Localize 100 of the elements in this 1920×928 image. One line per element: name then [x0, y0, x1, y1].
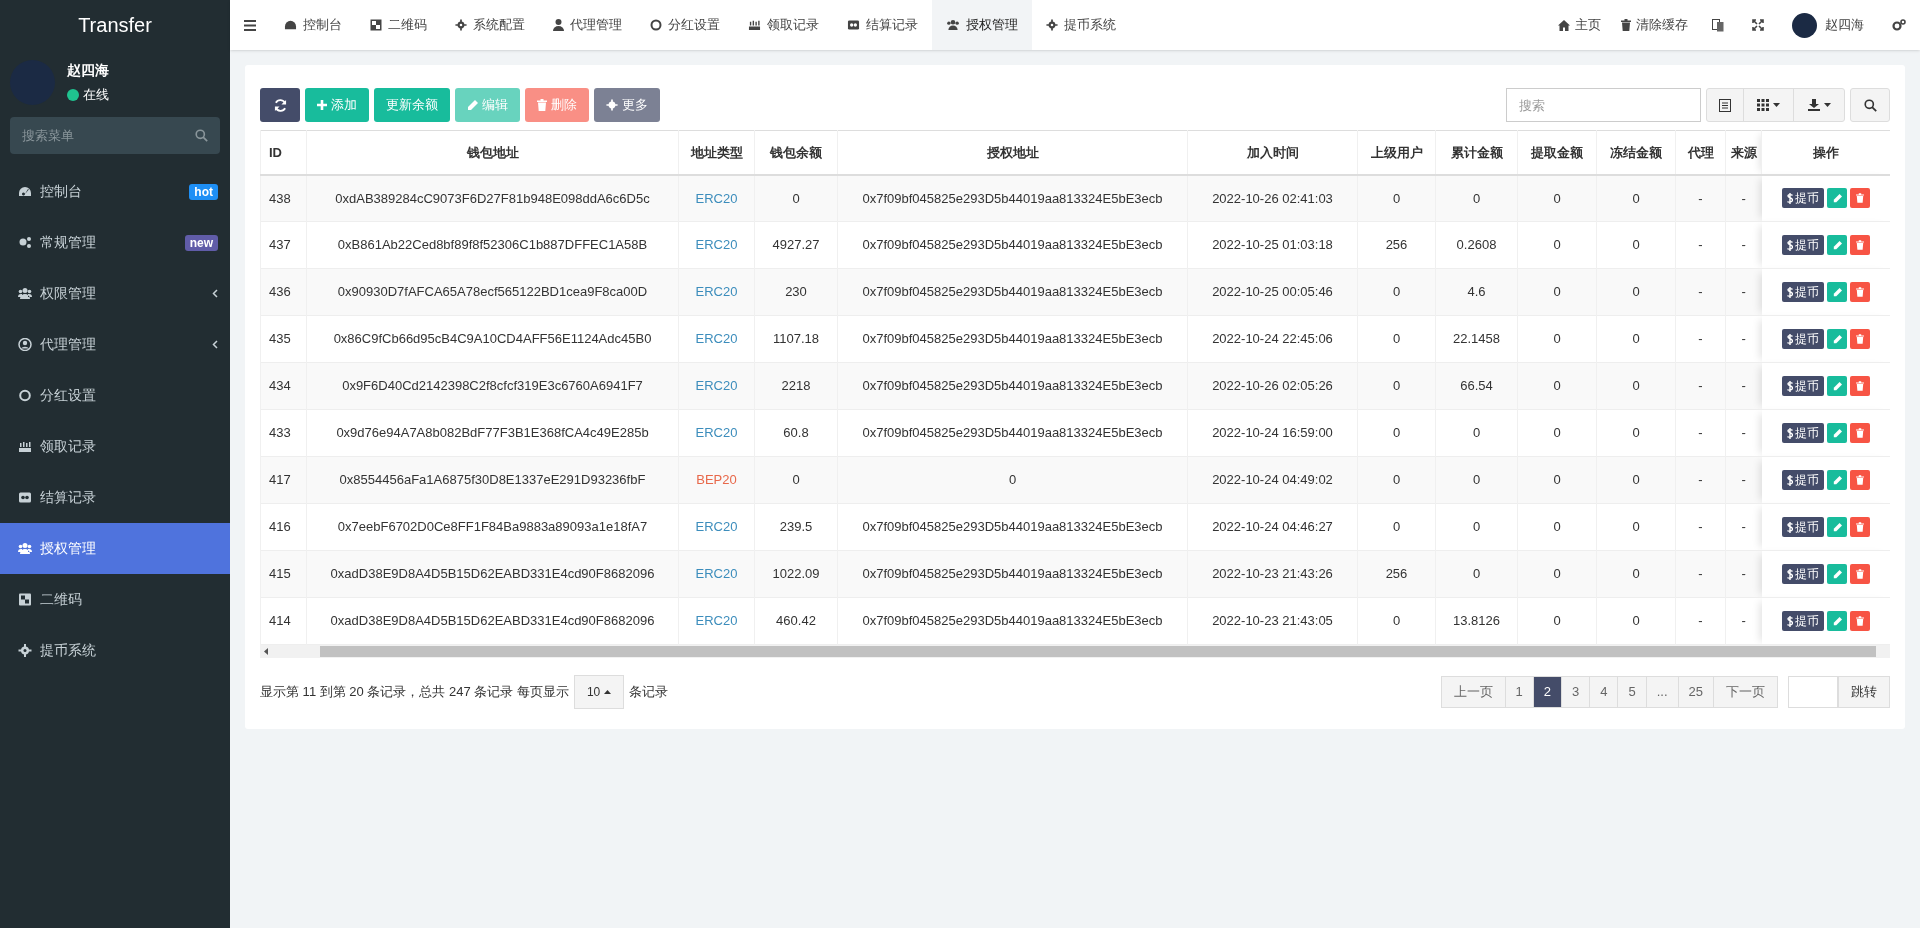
withdraw-button[interactable]: 提币: [1782, 329, 1824, 349]
page-button[interactable]: 4: [1589, 676, 1619, 708]
column-header[interactable]: 提取金额: [1517, 130, 1597, 175]
edit-button[interactable]: [1827, 235, 1847, 255]
page-button[interactable]: 1: [1504, 676, 1534, 708]
table-cell: -: [1725, 362, 1762, 410]
withdraw-button[interactable]: 提币: [1782, 564, 1824, 584]
withdraw-button[interactable]: 提币: [1782, 470, 1824, 490]
nav-tab[interactable]: 授权管理: [932, 0, 1032, 50]
column-header[interactable]: 代理: [1675, 130, 1726, 175]
table-cell: 0x8554456aFa1A6875f30D8E1337eE291D93236fbF: [306, 456, 679, 504]
next-page-button[interactable]: 下一页: [1713, 676, 1778, 708]
page-button[interactable]: 5: [1617, 676, 1647, 708]
table-cell: 2218: [754, 362, 838, 410]
nav-tab[interactable]: 领取记录: [734, 0, 833, 50]
edit-button[interactable]: [1827, 329, 1847, 349]
column-header[interactable]: 来源: [1725, 130, 1762, 175]
column-header[interactable]: 冻结金额: [1596, 130, 1676, 175]
nav-tab[interactable]: 控制台: [270, 0, 356, 50]
column-header[interactable]: ID: [260, 130, 307, 175]
page-button[interactable]: 3: [1561, 676, 1591, 708]
sidebar-menu-item[interactable]: 领取记录: [0, 421, 230, 472]
previous-page-button[interactable]: 上一页: [1440, 676, 1506, 708]
edit-button[interactable]: [1827, 470, 1847, 490]
column-header[interactable]: 加入时间: [1187, 130, 1358, 175]
nav-tab[interactable]: 代理管理: [539, 0, 636, 50]
column-header[interactable]: 累计金额: [1435, 130, 1518, 175]
table-cell: 0: [1517, 315, 1597, 363]
table-cell: -: [1725, 503, 1762, 551]
search-button[interactable]: [1850, 88, 1890, 122]
sidebar-menu-item[interactable]: 代理管理: [0, 319, 230, 370]
table-cell: -: [1675, 362, 1726, 410]
delete-button[interactable]: [1850, 470, 1870, 490]
withdraw-button[interactable]: 提币: [1782, 188, 1824, 209]
column-header[interactable]: 上级用户: [1357, 130, 1436, 175]
edit-button[interactable]: [1827, 564, 1847, 584]
dollar-icon: [1787, 380, 1793, 392]
withdraw-button[interactable]: 提币: [1782, 517, 1824, 537]
page-number-field[interactable]: [1788, 676, 1838, 708]
menu-search-field[interactable]: 搜索菜单: [10, 117, 220, 154]
scroll-left-icon[interactable]: [264, 648, 268, 655]
horizontal-scrollbar[interactable]: [260, 645, 1890, 658]
column-header[interactable]: 钱包地址: [306, 130, 679, 175]
sidebar-menu-item[interactable]: 提币系统: [0, 625, 230, 676]
table-cell: 0: [1357, 362, 1436, 410]
pencil-icon: [1832, 569, 1842, 579]
withdraw-button[interactable]: 提币: [1782, 423, 1824, 443]
table-cell: -: [1675, 268, 1726, 316]
withdraw-button[interactable]: 提币: [1782, 235, 1824, 255]
user-menu[interactable]: 赵四海: [1778, 0, 1878, 50]
column-header[interactable]: 操作: [1761, 130, 1890, 175]
refresh-icon: [273, 98, 287, 112]
sidebar-menu-item[interactable]: 结算记录: [0, 472, 230, 523]
edit-button[interactable]: [1827, 423, 1847, 443]
column-header[interactable]: 地址类型: [678, 130, 755, 175]
delete-button[interactable]: [1850, 564, 1870, 584]
delete-button[interactable]: [1850, 423, 1870, 443]
delete-button[interactable]: [1850, 517, 1870, 537]
nav-link[interactable]: 清除缓存: [1611, 0, 1698, 50]
pencil-icon: [1832, 240, 1842, 250]
table-cell: 0: [1596, 503, 1676, 551]
nav-link[interactable]: 主页: [1548, 0, 1611, 50]
edit-button[interactable]: [1827, 188, 1847, 209]
jump-button[interactable]: 跳转: [1838, 676, 1890, 708]
sidebar-menu-item[interactable]: 授权管理: [0, 523, 230, 574]
page-size-dropdown[interactable]: 10: [573, 675, 625, 709]
delete-button[interactable]: [1850, 376, 1870, 396]
sidebar-menu-item[interactable]: 分红设置: [0, 370, 230, 421]
edit-button[interactable]: [1827, 282, 1847, 302]
nav-tab[interactable]: 系统配置: [441, 0, 539, 50]
withdraw-button[interactable]: 提币: [1782, 282, 1824, 302]
delete-button[interactable]: [1850, 188, 1870, 209]
edit-button[interactable]: [1827, 376, 1847, 396]
withdraw-button[interactable]: 提币: [1782, 376, 1824, 396]
column-header[interactable]: 钱包余额: [754, 130, 838, 175]
table-cell: ERC20: [678, 362, 755, 410]
user-name: 赵四海: [67, 61, 109, 81]
delete-button[interactable]: [1850, 611, 1870, 631]
nav-tab[interactable]: 结算记录: [833, 0, 932, 50]
edit-button[interactable]: [1827, 517, 1847, 537]
edit-button[interactable]: [1827, 611, 1847, 631]
delete-button[interactable]: [1850, 329, 1870, 349]
delete-button[interactable]: [1850, 282, 1870, 302]
page-button[interactable]: 2: [1532, 676, 1562, 708]
more-button[interactable]: 更多: [594, 88, 660, 122]
sidebar-menu-item[interactable]: 权限管理: [0, 268, 230, 319]
column-header[interactable]: 授权地址: [837, 130, 1188, 175]
scrollbar-thumb[interactable]: [320, 646, 1876, 657]
nav-tab[interactable]: 提币系统: [1032, 0, 1130, 50]
sidebar-menu-item[interactable]: 二维码: [0, 574, 230, 625]
page-button[interactable]: ...: [1645, 676, 1679, 708]
nav-tab[interactable]: 分红设置: [636, 0, 734, 50]
sidebar-menu-item[interactable]: 控制台 hot: [0, 166, 230, 217]
delete-button[interactable]: [1850, 235, 1870, 255]
table-cell: 0x7f09bf045825e293D5b44019aa813324E5bE3ecb: [837, 268, 1188, 316]
sidebar-menu-item[interactable]: 常规管理 new: [0, 217, 230, 268]
table-search-field[interactable]: 搜索: [1506, 88, 1701, 122]
refresh-button[interactable]: [260, 88, 300, 122]
withdraw-button[interactable]: 提币: [1782, 611, 1824, 631]
nav-tab[interactable]: 二维码: [356, 0, 441, 50]
